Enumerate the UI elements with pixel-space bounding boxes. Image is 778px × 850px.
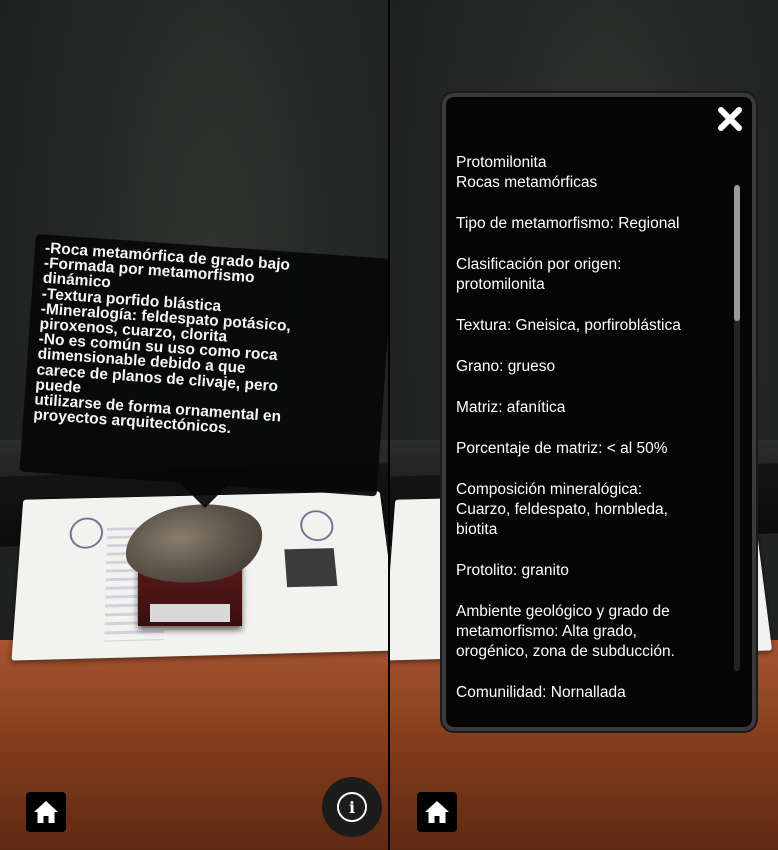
close-icon [718, 107, 742, 131]
info-paragraph: Textura: Gneisica, porfiroblástica [456, 316, 726, 336]
info-line: Protomilonita [456, 154, 547, 171]
info-paragraph: Protomilonita Rocas metamórficas [456, 153, 726, 193]
info-line: Composición mineralógica: [456, 481, 643, 498]
info-line: Clasificación por origen: [456, 256, 622, 273]
info-paragraph: Comunilidad: Nornallada [456, 683, 726, 703]
scrollbar[interactable] [734, 185, 740, 671]
faculty-logo [299, 509, 335, 542]
info-scroll-content[interactable]: Protomilonita Rocas metamórficas Tipo de m… [456, 153, 726, 727]
info-line: protomilonita [456, 276, 545, 293]
info-line: metamorfismo: Alta grado, [456, 623, 637, 640]
info-paragraph: Grano: grueso [456, 357, 726, 377]
info-panel: Protomilonita Rocas metamórficas Tipo de m… [442, 93, 756, 731]
info-line: Rocas metamórficas [456, 174, 598, 191]
info-paragraph: Protolito: granito [456, 561, 726, 581]
info-line: Cuarzo, feldespato, hornbleda, [456, 501, 668, 518]
close-button[interactable] [714, 103, 746, 135]
ar-camera-view: -Roca metamórfica de grado bajo -Formada … [0, 0, 388, 850]
info-paragraph: Clasificación por origen: protomilonita [456, 255, 726, 295]
info-line: biotita [456, 521, 498, 538]
university-logo [69, 517, 104, 550]
info-line: Matriz: afanítica [456, 399, 566, 416]
info-button[interactable]: i [322, 777, 382, 837]
info-line: Tipo de metamorfismo: Regional [456, 215, 680, 232]
info-line: Porcentaje de matriz: < al 50% [456, 440, 668, 457]
info-icon: i [337, 792, 367, 822]
description-bubble: -Roca metamórfica de grado bajo -Formada … [19, 234, 388, 497]
home-icon [425, 801, 449, 823]
scrollbar-thumb[interactable] [734, 185, 740, 321]
info-paragraph: Matriz: afanítica [456, 398, 726, 418]
info-paragraph: Ambiente geológico y grado de metamorfism… [456, 602, 726, 662]
info-line: Textura: Gneisica, porfiroblástica [456, 317, 681, 334]
pedestal-plate [150, 604, 230, 622]
description-text: -Roca metamórfica de grado bajo -Formada … [22, 234, 388, 453]
info-line: Ambiente geológico y grado de [456, 603, 670, 620]
info-line: Protolito: granito [456, 562, 569, 579]
bubble-tail [165, 468, 245, 508]
info-line: orogénico, zona de subducción. [456, 643, 675, 660]
home-button[interactable] [26, 792, 66, 832]
home-icon [34, 801, 58, 823]
home-button[interactable] [417, 792, 457, 832]
ar-camera-view-info: Protomilonita Rocas metamórficas Tipo de m… [390, 0, 778, 850]
marker-photo [284, 548, 338, 588]
info-glyph: i [348, 797, 356, 817]
info-paragraph: Porcentaje de matriz: < al 50% [456, 439, 726, 459]
info-paragraph: Tipo de metamorfismo: Regional [456, 214, 726, 234]
info-line: Comunilidad: Nornallada [456, 684, 626, 701]
info-paragraph: Composición mineralógica: Cuarzo, feldesp… [456, 480, 726, 540]
info-line: Grano: grueso [456, 358, 556, 375]
